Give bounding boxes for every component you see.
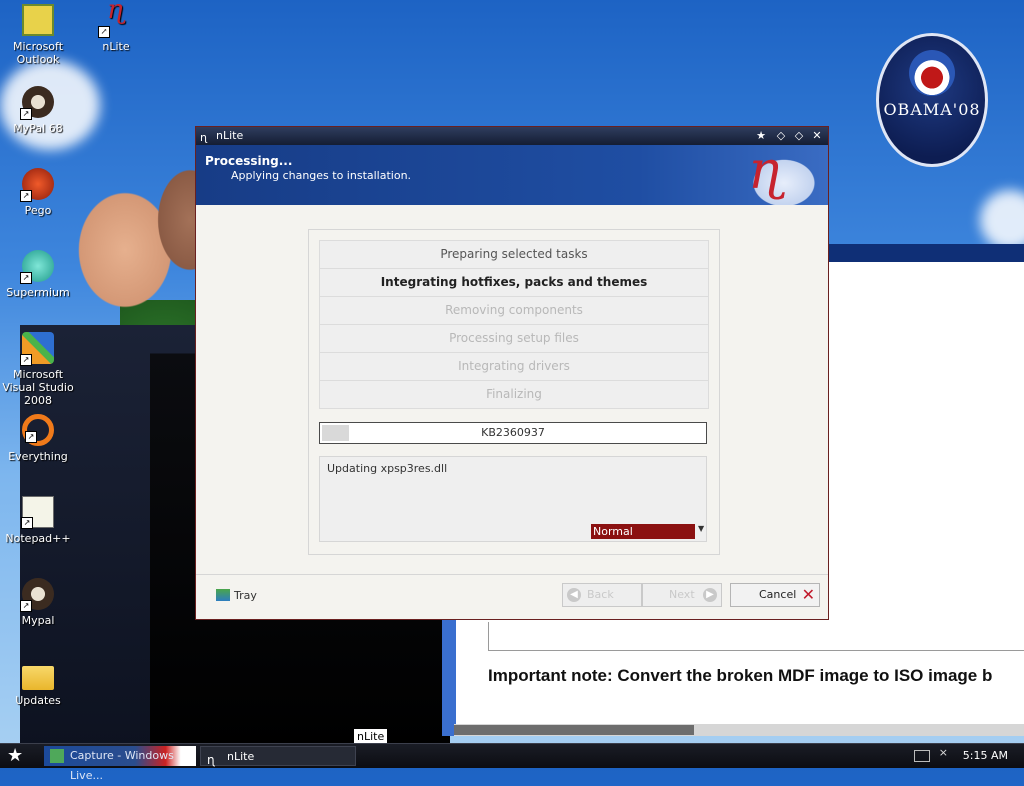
campaign-badge: OBAMA'08 (876, 33, 988, 167)
close-button[interactable]: ✕ (810, 129, 824, 143)
back-button[interactable]: ◀ Back (562, 583, 642, 607)
desktop-icon-mypal[interactable]: ↗ Mypal (0, 578, 76, 627)
chevron-down-icon[interactable]: ▼ (698, 524, 704, 533)
notepadpp-icon: ↗ (21, 496, 54, 529)
task-integrating-drivers: Integrating drivers (319, 352, 709, 381)
nlite-title-icon: ɳ (200, 131, 208, 144)
window-title: nLite (216, 129, 244, 142)
status-log: Updating xpsp3res.dll Normal ▼ (319, 456, 707, 542)
supermium-icon: ↗ (20, 250, 54, 284)
taskbar-item-nlite[interactable]: ɳ nLite (200, 746, 356, 767)
processing-panel: Preparing selected tasks Integrating hot… (308, 229, 720, 555)
outlook-icon (22, 4, 54, 36)
tray-label: Tray (234, 589, 257, 602)
nlite-icon: ɳ (207, 753, 215, 767)
back-label: Back (587, 588, 614, 601)
task-preparing: Preparing selected tasks (319, 240, 709, 269)
desktop-icon-visual-studio[interactable]: ↗ Microsoft Visual Studio 2008 (0, 332, 76, 407)
cancel-label: Cancel (759, 588, 797, 601)
window-footer: Tray ◀ Back Next ▶ Cancel ✕ (196, 574, 828, 619)
cancel-button[interactable]: Cancel ✕ (730, 583, 820, 607)
desktop-icon-label: Pego (24, 204, 52, 217)
window-titlebar[interactable]: ɳ nLite ★ ◇ ◇ ✕ (196, 127, 828, 145)
header-banner: Processing... Applying changes to instal… (196, 141, 828, 205)
next-button[interactable]: Next ▶ (642, 583, 722, 607)
browser-content-box (488, 622, 1024, 651)
shortcut-arrow-icon: ↗ (20, 272, 32, 284)
maximize-button[interactable]: ◇ (792, 129, 806, 143)
taskbar-item-capture[interactable]: Capture - Windows Live... (44, 746, 196, 782)
tray-button[interactable]: Tray (216, 589, 257, 602)
nlite-icon: ɳ ↗ (98, 0, 132, 38)
mypal-icon: ↗ (20, 86, 54, 120)
shortcut-arrow-icon: ↗ (98, 26, 110, 38)
taskbar-item-label: nLite (227, 750, 255, 763)
mypal-icon: ↗ (20, 578, 54, 612)
desktop-icon-updates[interactable]: Updates (0, 660, 76, 707)
shortcut-arrow-icon: ↗ (20, 354, 32, 366)
log-message: Updating xpsp3res.dll (327, 462, 448, 475)
desktop-icon-label: Supermium (6, 286, 70, 299)
visual-studio-icon: ↗ (20, 332, 54, 366)
badge-text: OBAMA'08 (883, 100, 981, 119)
back-arrow-icon: ◀ (567, 588, 581, 602)
task-integrating-hotfixes: Integrating hotfixes, packs and themes (319, 268, 709, 297)
desktop-icon-label: Notepad++ (5, 532, 71, 545)
next-arrow-icon: ▶ (703, 588, 717, 602)
start-button[interactable]: ★ (7, 746, 23, 766)
next-label: Next (669, 588, 695, 601)
cloud (980, 190, 1024, 250)
desktop-icon-label: Microsoft Visual Studio 2008 (2, 368, 74, 407)
desktop-icon-label: Microsoft Outlook (12, 40, 64, 66)
progress-label: KB2360937 (481, 426, 545, 439)
pego-icon: ↗ (20, 168, 54, 202)
task-removing-components: Removing components (319, 296, 709, 325)
desktop-icon-outlook[interactable]: Microsoft Outlook (0, 4, 76, 66)
shortcut-arrow-icon: ↗ (25, 431, 37, 443)
task-processing-setup: Processing setup files (319, 324, 709, 353)
clock[interactable]: 5:15 AM (963, 744, 1008, 768)
browser-horizontal-scrollbar[interactable] (454, 724, 1024, 736)
desktop-icon-label: MyPal 68 (13, 122, 63, 135)
folder-icon (22, 666, 54, 690)
taskbar: ★ Capture - Windows Live... ɳ nLite × 5:… (0, 743, 1024, 782)
shortcut-arrow-icon: ↗ (20, 190, 32, 202)
tray-close-icon[interactable]: × (939, 746, 948, 759)
desktop-icon-supermium[interactable]: ↗ Supermium (0, 250, 76, 299)
nlite-logo-icon: ɳ (724, 141, 824, 205)
browser-important-note: Important note: Convert the broken MDF i… (488, 666, 993, 685)
campaign-logo-icon (909, 50, 955, 96)
page-subtitle: Applying changes to installation. (231, 169, 412, 182)
desktop-icon-everything[interactable]: ↗ Everything (0, 414, 76, 463)
scrollbar-thumb[interactable] (454, 725, 694, 735)
page-title: Processing... (205, 154, 293, 168)
desktop-icon-nlite[interactable]: ɳ ↗ nLite (78, 0, 154, 53)
shortcut-arrow-icon: ↗ (20, 108, 32, 120)
desktop-icon-label: nLite (102, 40, 130, 53)
shortcut-arrow-icon: ↗ (20, 600, 32, 612)
desktop-icon-label: Everything (8, 450, 68, 463)
desktop-icon-pego[interactable]: ↗ Pego (0, 168, 76, 217)
progress-bar: KB2360937 (319, 422, 707, 444)
shortcut-arrow-icon: ↗ (21, 517, 33, 529)
windows-live-icon (50, 749, 64, 763)
keyboard-icon[interactable] (914, 750, 930, 762)
desktop-icon-label: Mypal (21, 614, 55, 627)
desktop-icon-mypal68[interactable]: ↗ MyPal 68 (0, 86, 76, 135)
cancel-x-icon: ✕ (801, 585, 815, 604)
nlite-window[interactable]: ɳ nLite ★ ◇ ◇ ✕ Processing... Applying c… (195, 126, 829, 620)
task-finalizing: Finalizing (319, 380, 709, 409)
tray-icon (216, 589, 230, 601)
desktop-icon-label: Updates (15, 694, 61, 707)
everything-icon: ↗ (22, 414, 54, 446)
taskbar-item-label: Capture - Windows Live... (70, 749, 174, 782)
desktop-icon-notepadpp[interactable]: ↗ Notepad++ (0, 496, 76, 545)
priority-select[interactable]: Normal (591, 524, 695, 539)
